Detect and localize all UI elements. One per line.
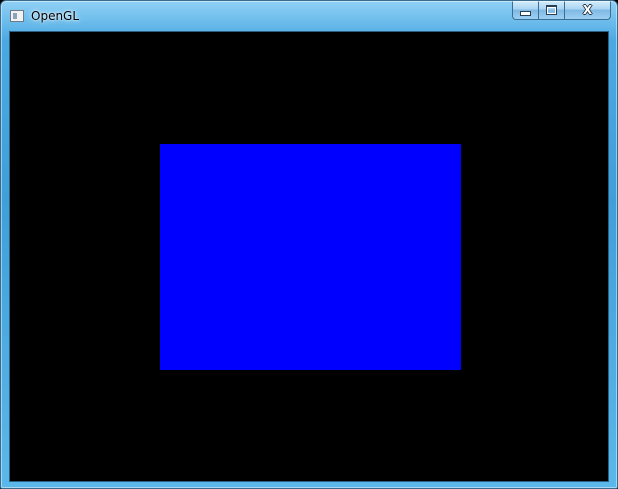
maximize-icon <box>546 5 557 15</box>
close-icon: X <box>582 3 593 17</box>
opengl-canvas[interactable] <box>9 31 609 482</box>
window-title: OpenGL <box>31 9 80 23</box>
application-window: OpenGL X <box>0 0 618 489</box>
window-controls: X <box>512 1 611 21</box>
window-icon-pane <box>13 13 17 19</box>
title-bar[interactable]: OpenGL X <box>1 1 617 30</box>
window-icon[interactable] <box>10 10 24 22</box>
maximize-button[interactable] <box>539 1 565 20</box>
minimize-button[interactable] <box>512 1 539 20</box>
close-button[interactable]: X <box>565 1 611 20</box>
minimize-icon <box>520 10 531 16</box>
blue-rectangle <box>160 144 461 370</box>
